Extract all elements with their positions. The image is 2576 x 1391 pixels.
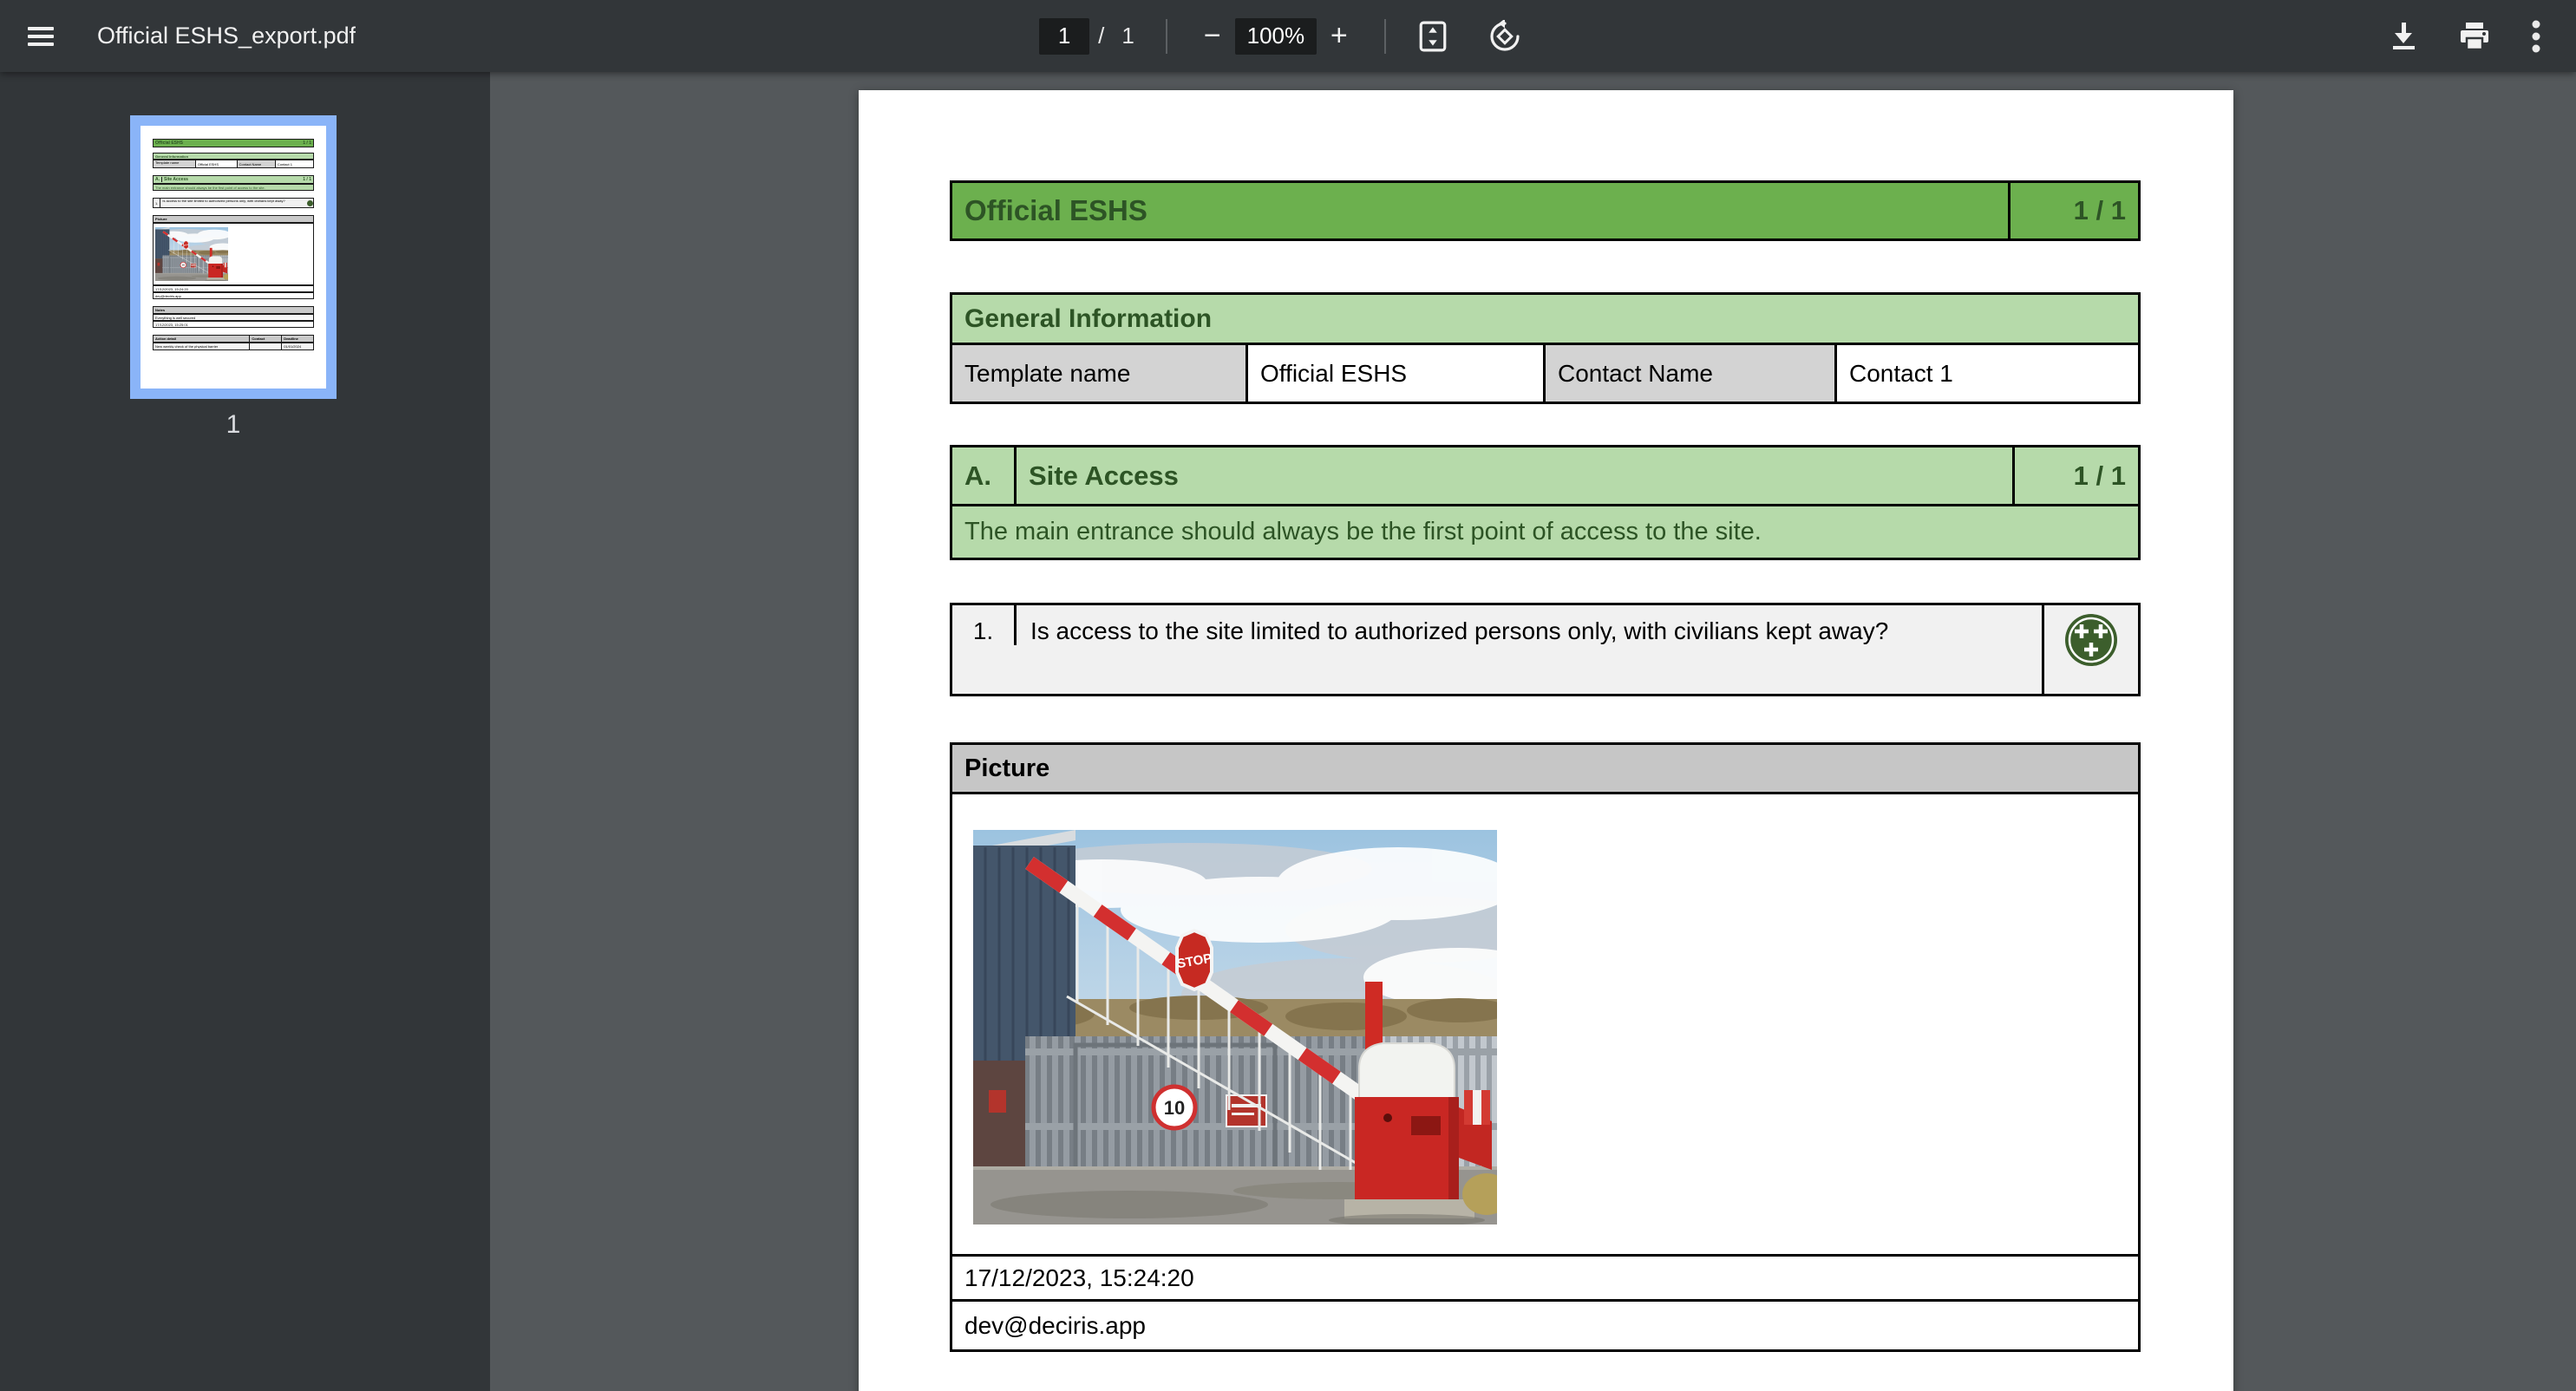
kebab-menu-icon bbox=[2531, 19, 2541, 54]
pdf-page: Official ESHS 1 / 1 General Information … bbox=[859, 90, 2233, 1391]
general-information-title: General Information bbox=[952, 295, 2138, 343]
thumbnail-page-preview: Official ESHS 1 / 1 General Information … bbox=[141, 126, 326, 389]
download-icon bbox=[2389, 21, 2418, 52]
document-viewport: Official ESHS 1 / 1 General Information … bbox=[490, 72, 2576, 1391]
thumbnail-sidebar: Official ESHS 1 / 1 General Information … bbox=[0, 72, 490, 1391]
picture-timestamp: 17/12/2023, 15:24:20 bbox=[952, 1257, 2138, 1299]
zoom-in-button[interactable]: + bbox=[1317, 14, 1362, 59]
rating-plus-icon bbox=[2064, 613, 2118, 667]
pdf-viewer-window: Official ESHS_export.pdf / 1 − + bbox=[0, 0, 2576, 1391]
thumb-site-photo bbox=[155, 227, 228, 281]
section-description: The main entrance should always be the f… bbox=[952, 506, 2138, 558]
picture-title: Picture bbox=[952, 745, 2138, 792]
thumb-rating-icon bbox=[307, 200, 313, 206]
site-access-section: A. Site Access 1 / 1 The main entrance s… bbox=[950, 445, 2141, 560]
zoom-out-button[interactable]: − bbox=[1190, 14, 1235, 59]
section-letter: A. bbox=[952, 447, 1014, 504]
fit-to-page-button[interactable] bbox=[1409, 12, 1457, 61]
print-icon bbox=[2458, 21, 2491, 52]
page-total: 1 bbox=[1121, 23, 1134, 49]
menu-button[interactable] bbox=[19, 18, 62, 55]
document-title: Official ESHS_export.pdf bbox=[97, 23, 356, 49]
page-divider: / bbox=[1098, 23, 1104, 49]
report-header: Official ESHS 1 / 1 bbox=[950, 180, 2141, 241]
thumb-general-title: General Information bbox=[153, 153, 314, 160]
print-button[interactable] bbox=[2449, 12, 2500, 61]
field-label: Template name bbox=[952, 345, 1246, 402]
question-row: 1. Is access to the site limited to auth… bbox=[950, 603, 2141, 696]
general-information-table: General Information Template name Offici… bbox=[950, 292, 2141, 404]
site-entrance-photo bbox=[973, 830, 1497, 1224]
hamburger-icon bbox=[28, 27, 54, 46]
field-label: Contact Name bbox=[1543, 345, 1834, 402]
question-number: 1. bbox=[952, 605, 1014, 645]
section-page-count: 1 / 1 bbox=[2012, 447, 2138, 504]
field-value: Contact 1 bbox=[1834, 345, 2138, 402]
report-page-count: 1 / 1 bbox=[2008, 183, 2138, 238]
rotate-counterclockwise-icon bbox=[1488, 20, 1521, 53]
section-title: Site Access bbox=[1014, 447, 2012, 504]
page-thumbnail[interactable]: Official ESHS 1 / 1 General Information … bbox=[130, 115, 337, 399]
page-number-input[interactable] bbox=[1039, 18, 1089, 55]
fit-to-page-icon bbox=[1417, 21, 1448, 52]
thumb-doc-title: Official ESHS bbox=[154, 140, 301, 146]
thumbnail-page-number: 1 bbox=[130, 410, 337, 440]
pdf-toolbar: Official ESHS_export.pdf / 1 − + bbox=[0, 0, 2576, 72]
more-options-button[interactable] bbox=[2522, 10, 2550, 62]
field-value: Official ESHS bbox=[1246, 345, 1543, 402]
rotate-button[interactable] bbox=[1480, 11, 1530, 62]
thumb-doc-pages: 1 / 1 bbox=[301, 140, 313, 146]
download-button[interactable] bbox=[2380, 12, 2427, 61]
report-title: Official ESHS bbox=[952, 183, 2008, 238]
picture-author-email: dev@deciris.app bbox=[952, 1302, 2138, 1349]
zoom-level-input[interactable] bbox=[1235, 18, 1317, 55]
toolbar-separator bbox=[1384, 19, 1386, 54]
picture-section: Picture 17/12/2023, 15:24:20 dev@deciris… bbox=[950, 742, 2141, 1352]
question-text: Is access to the site limited to authori… bbox=[1014, 605, 2042, 645]
toolbar-separator bbox=[1166, 19, 1167, 54]
